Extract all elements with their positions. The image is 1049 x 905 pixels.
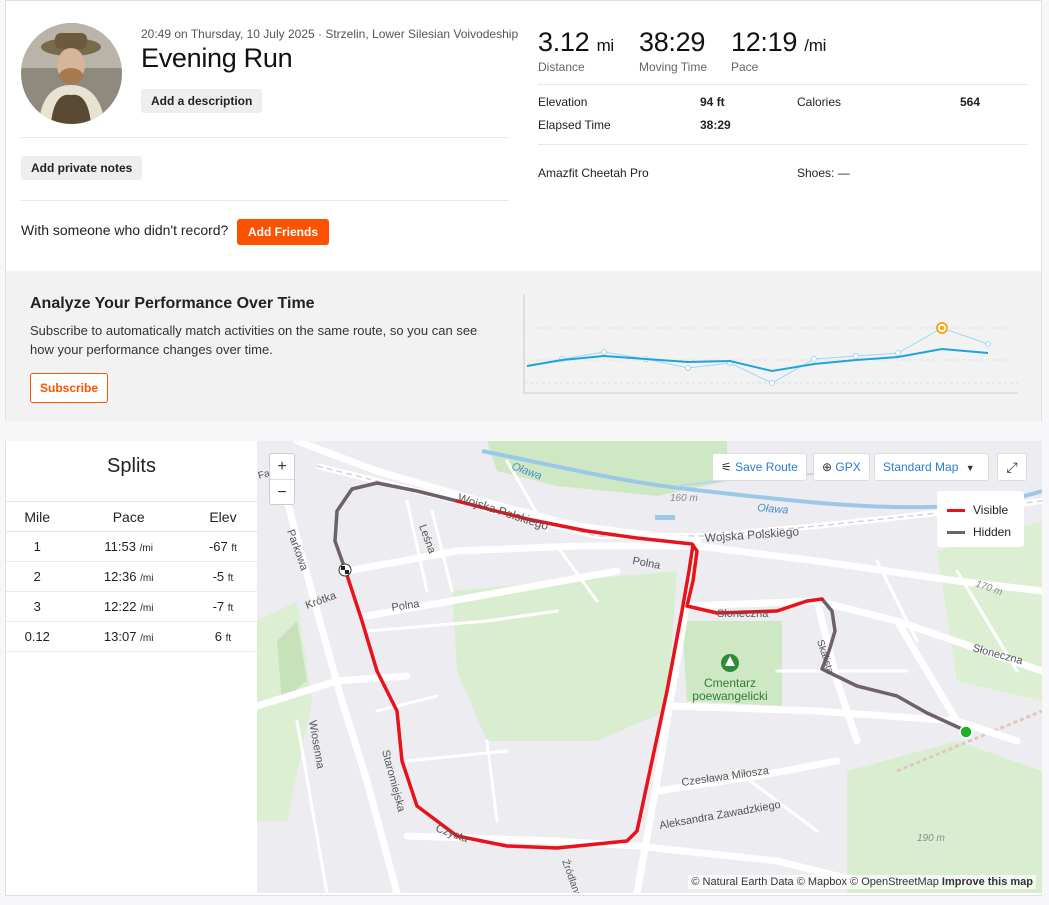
shoes-value: Shoes: —	[797, 166, 850, 180]
col-header-mile: Mile	[6, 501, 69, 532]
route-start-marker	[959, 725, 973, 739]
promo-title: Analyze Your Performance Over Time	[30, 295, 315, 312]
svg-text:Wojska Polskiego: Wojska Polskiego	[704, 524, 800, 545]
device-name: Amazfit Cheetah Pro	[538, 166, 649, 180]
svg-text:Cmentarz: Cmentarz	[704, 676, 756, 690]
add-friends-button[interactable]: Add Friends	[237, 219, 330, 245]
divider	[21, 137, 509, 138]
activity-title[interactable]: Evening Run	[141, 43, 293, 74]
svg-text:Aleksandra Zawadzkiego: Aleksandra Zawadzkiego	[658, 799, 781, 832]
svg-text:Słoneczna: Słoneczna	[717, 608, 769, 620]
activity-card: 20:49 on Thursday, 10 July 2025 · Strzel…	[5, 0, 1042, 421]
map-attribution: © Natural Earth Data © Mapbox © OpenStre…	[688, 875, 1036, 889]
zoom-in-button[interactable]: +	[270, 454, 294, 479]
table-row: 0.12 13:07 /mi 6 ft	[6, 621, 257, 652]
fullscreen-button[interactable]: ⤢	[997, 453, 1027, 481]
route-icon: ⚟	[721, 460, 732, 474]
stat-pace: 12:19 /mi Pace	[731, 27, 827, 74]
svg-text:Czysta: Czysta	[434, 823, 471, 846]
gpx-download-button[interactable]: ⊕ GPX	[813, 453, 870, 481]
zoom-controls: + −	[269, 453, 295, 505]
subscribe-button[interactable]: Subscribe	[30, 373, 109, 403]
table-row: 3 12:22 /mi -7 ft	[6, 591, 257, 622]
calories-value: 564	[960, 95, 981, 109]
stat-moving-time: 38:29 Moving Time	[639, 27, 708, 74]
improve-map-link[interactable]: Improve this map	[942, 876, 1033, 888]
route-legend: Visible Hidden	[937, 491, 1024, 547]
table-row: 2 12:36 /mi -5 ft	[6, 561, 257, 592]
download-icon: ⊕	[822, 460, 833, 474]
map-type-dropdown[interactable]: Standard Map ▼	[874, 453, 989, 481]
stat-distance: 3.12 mi Distance	[538, 27, 614, 74]
elapsed-value: 38:29	[700, 118, 731, 132]
visible-swatch	[947, 509, 965, 513]
zoom-out-button[interactable]: −	[270, 479, 294, 504]
elevation-value: 94 ft	[700, 95, 725, 109]
svg-text:Polna: Polna	[391, 598, 421, 614]
route-finish-marker	[338, 563, 352, 577]
map-canvas[interactable]: Oława Oława Wojska Polskiego Wojska Pols…	[257, 441, 1042, 893]
elevation-label: Elevation	[538, 95, 588, 109]
route-map[interactable]: Oława Oława Wojska Polskiego Wojska Pols…	[257, 441, 1042, 893]
col-header-pace: Pace	[68, 501, 189, 532]
svg-text:160 m: 160 m	[670, 493, 698, 504]
friends-prompt: With someone who didn't record?	[21, 222, 229, 238]
table-row: 1 11:53 /mi -67 ft	[6, 531, 257, 562]
activity-meta: 20:49 on Thursday, 10 July 2025 · Strzel…	[141, 27, 519, 41]
divider	[538, 144, 1028, 145]
splits-title: Splits	[107, 455, 156, 477]
col-header-elev: Elev	[188, 501, 257, 532]
performance-promo: Analyze Your Performance Over Time Subsc…	[6, 271, 1041, 421]
svg-text:Oława: Oława	[757, 502, 789, 517]
promo-body: Subscribe to automatically match activit…	[30, 323, 478, 357]
splits-map-card: Splits Mile Pace Elev 1 11:53 /mi -67 ft…	[5, 441, 1042, 896]
caret-down-icon: ▼	[965, 463, 975, 473]
svg-text:Polna: Polna	[631, 555, 662, 572]
save-route-button[interactable]: ⚟ Save Route	[712, 453, 807, 481]
fullscreen-icon: ⤢	[1006, 459, 1018, 475]
svg-text:Źródlana: Źródlana	[559, 858, 585, 893]
svg-text:Parkowa: Parkowa	[284, 528, 310, 573]
athlete-avatar[interactable]	[21, 23, 122, 124]
svg-text:Wiosenna: Wiosenna	[306, 719, 326, 770]
calories-label: Calories	[797, 95, 842, 109]
divider	[538, 84, 1028, 85]
splits-table: Mile Pace Elev 1 11:53 /mi -67 ft 2 12:3…	[6, 501, 257, 652]
svg-text:190 m: 190 m	[917, 833, 945, 844]
add-description-button[interactable]: Add a description	[141, 89, 263, 113]
splits-panel: Splits Mile Pace Elev 1 11:53 /mi -67 ft…	[6, 441, 257, 893]
performance-sparkline	[523, 294, 1018, 394]
hidden-swatch	[947, 531, 965, 535]
add-private-notes-button[interactable]: Add private notes	[21, 156, 143, 180]
elapsed-label: Elapsed Time	[538, 118, 611, 132]
divider	[21, 200, 509, 201]
svg-text:poewangelicki: poewangelicki	[692, 689, 767, 703]
